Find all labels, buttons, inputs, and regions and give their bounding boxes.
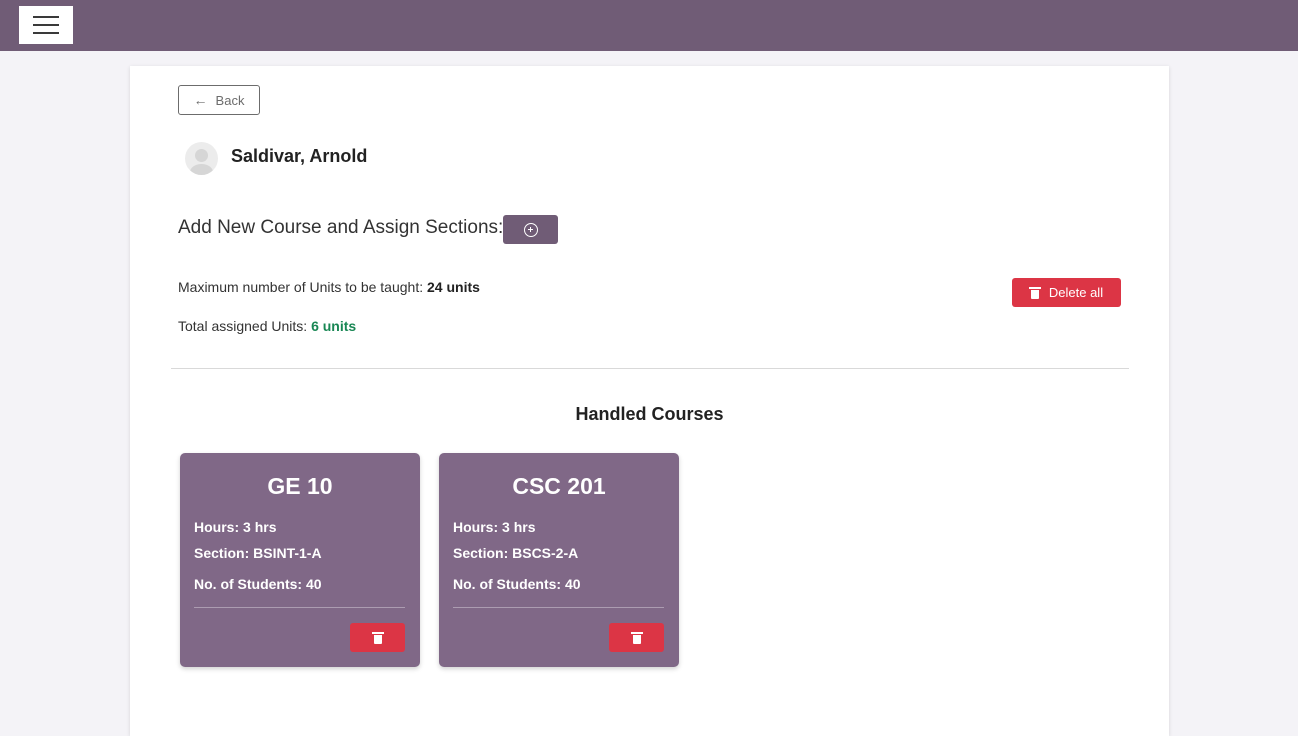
hamburger-menu-button[interactable] (19, 6, 73, 44)
course-hours: Hours: 3 hrs (194, 519, 277, 535)
trash-icon (371, 631, 384, 644)
max-units-text: Maximum number of Units to be taught: 24… (178, 279, 480, 295)
total-units-label: Total assigned Units: (178, 318, 308, 334)
card-divider (194, 607, 405, 608)
hamburger-icon-line (33, 16, 59, 18)
back-button[interactable]: ← Back (178, 85, 260, 115)
trash-icon (630, 631, 643, 644)
add-course-label: Add New Course and Assign Sections: (178, 217, 504, 238)
add-course-button[interactable] (503, 215, 558, 244)
course-hours: Hours: 3 hrs (453, 519, 536, 535)
section-divider (171, 368, 1129, 369)
course-section: Section: BSCS-2-A (453, 545, 579, 561)
course-card: CSC 201 Hours: 3 hrs Section: BSCS-2-A N… (439, 453, 679, 667)
back-button-label: Back (215, 92, 245, 108)
trash-icon (1028, 286, 1041, 299)
user-avatar-icon (185, 142, 218, 175)
total-units-text: Total assigned Units: 6 units (178, 318, 356, 334)
course-card: GE 10 Hours: 3 hrs Section: BSINT-1-A No… (180, 453, 420, 667)
person-name: Saldivar, Arnold (231, 146, 368, 166)
course-code: GE 10 (267, 473, 333, 499)
delete-course-button[interactable] (350, 623, 405, 652)
delete-all-label: Delete all (1048, 285, 1104, 300)
course-students: No. of Students: 40 (453, 576, 581, 592)
course-students: No. of Students: 40 (194, 576, 322, 592)
course-code: CSC 201 (512, 473, 606, 499)
main-panel: ← Back Saldivar, Arnold Add New Course a… (130, 66, 1169, 736)
course-section: Section: BSINT-1-A (194, 545, 322, 561)
plus-circle-icon (523, 222, 538, 237)
delete-all-button[interactable]: Delete all (1012, 278, 1121, 307)
handled-courses-title: Handled Courses (575, 404, 724, 424)
delete-course-button[interactable] (609, 623, 664, 652)
hamburger-icon-line (33, 24, 59, 26)
max-units-label: Maximum number of Units to be taught: (178, 279, 424, 295)
hamburger-icon-line (33, 32, 59, 34)
total-units-value: 6 units (311, 318, 357, 334)
top-navbar (0, 0, 1298, 51)
arrow-left-icon: ← (193, 92, 208, 108)
max-units-value: 24 units (427, 279, 480, 295)
card-divider (453, 607, 664, 608)
